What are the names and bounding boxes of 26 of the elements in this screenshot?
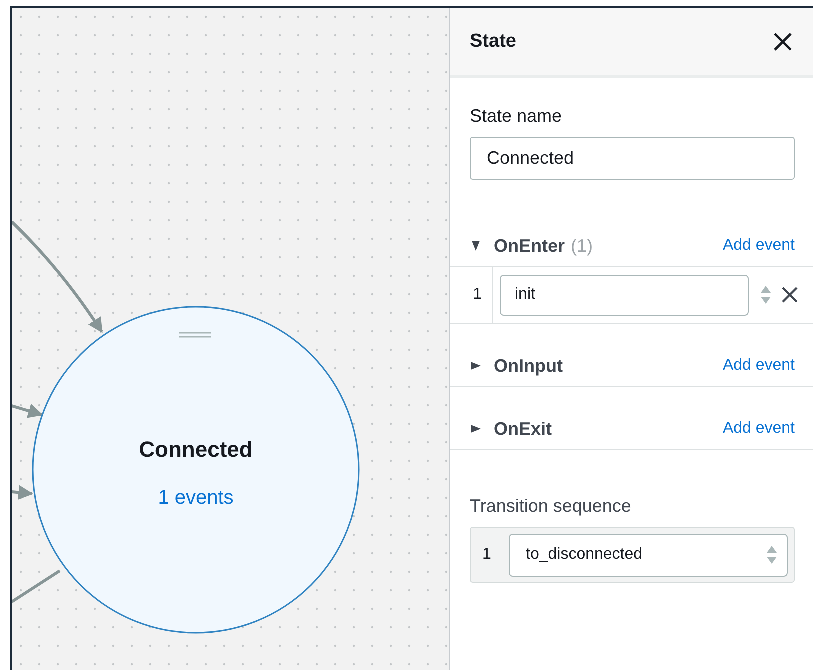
event-field[interactable]: init	[500, 274, 749, 316]
state-name-field[interactable]: Connected	[470, 137, 795, 180]
transition-arrow	[12, 404, 44, 418]
section-title[interactable]: OnEnter	[494, 236, 566, 256]
transition-line	[12, 570, 61, 604]
remove-icon[interactable]	[781, 286, 799, 304]
section-title[interactable]: OnInput	[494, 356, 563, 376]
section-title[interactable]: OnExit	[494, 418, 552, 440]
caret-icon[interactable]	[470, 240, 482, 252]
state-node[interactable]	[32, 306, 360, 634]
caret-icon[interactable]	[470, 423, 482, 435]
add-event-link[interactable]: Add event	[722, 237, 795, 255]
add-event-link[interactable]: Add event	[722, 357, 795, 375]
event-count: 1 events	[158, 487, 234, 509]
add-event-link[interactable]: Add event	[722, 420, 795, 438]
event-count: (1)	[571, 236, 594, 256]
row-number: 1	[472, 286, 483, 304]
caret-icon[interactable]	[470, 360, 482, 372]
row-number: 1	[482, 546, 492, 564]
field-label: Transition sequence	[470, 496, 632, 517]
panel-title: State	[470, 30, 516, 52]
transition-arrow	[12, 485, 34, 500]
drag-handle-icon[interactable]	[179, 332, 211, 338]
transition-select[interactable]: to_disconnected	[509, 534, 788, 576]
field-label: State name	[470, 106, 564, 127]
state-name: Connected	[139, 437, 253, 462]
